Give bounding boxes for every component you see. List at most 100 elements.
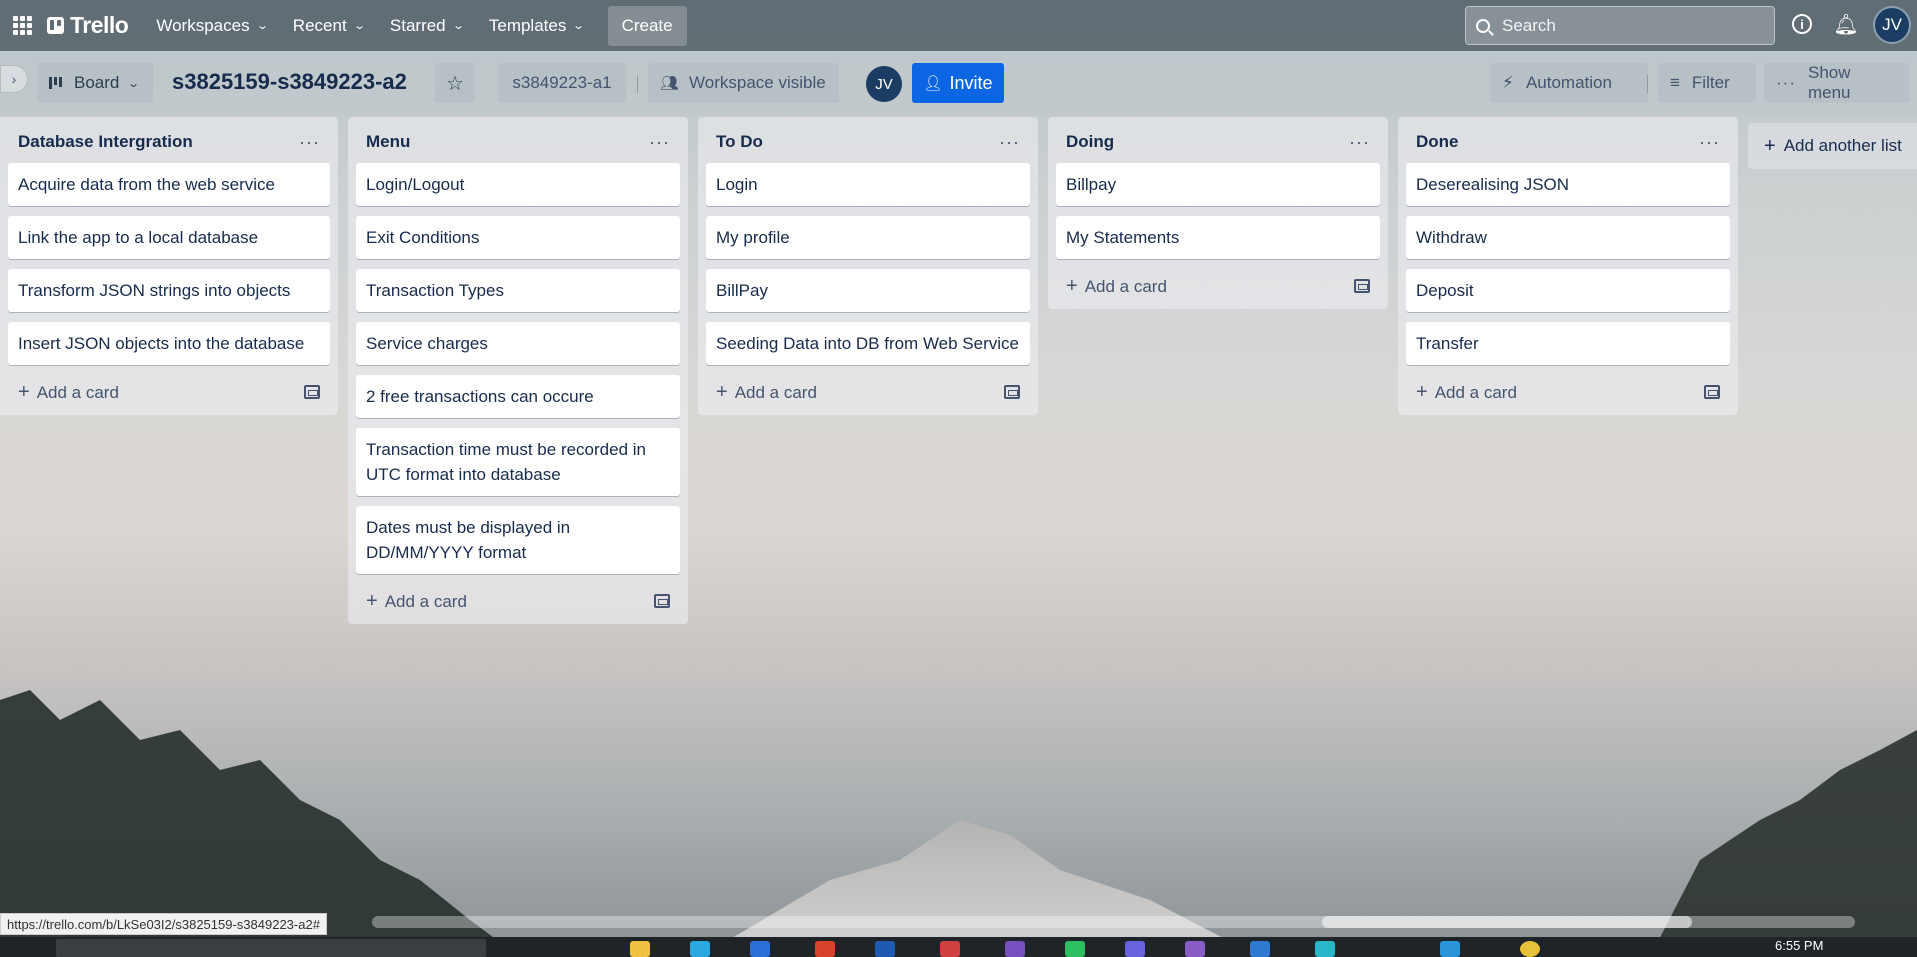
taskbar-app-icon[interactable] [815, 941, 835, 957]
list-title[interactable]: Doing [1066, 132, 1114, 152]
ellipsis-icon[interactable]: ··· [999, 132, 1020, 153]
apps-grid-icon[interactable] [13, 15, 33, 36]
ellipsis-icon[interactable]: ··· [299, 132, 320, 153]
add-card-button[interactable]: + Add a card [356, 584, 680, 618]
add-card-button[interactable]: + Add a card [1406, 375, 1730, 409]
card[interactable]: Withdraw [1406, 216, 1730, 259]
template-icon[interactable] [1004, 385, 1020, 399]
card[interactable]: Deserealising JSON [1406, 163, 1730, 206]
list-title[interactable]: Done [1416, 132, 1459, 152]
template-icon[interactable] [1354, 279, 1370, 293]
taskbar-app-icon[interactable] [940, 941, 960, 957]
taskbar-app-icon[interactable] [1125, 941, 1145, 957]
create-button[interactable]: Create [607, 5, 687, 46]
list-title[interactable]: Menu [366, 132, 410, 152]
card[interactable]: Exit Conditions [356, 216, 680, 259]
list-done[interactable]: Done ··· Deserealising JSON Withdraw Dep… [1398, 117, 1738, 415]
filter-button[interactable]: ≡ Filter [1658, 63, 1756, 103]
taskbar-app-icon[interactable] [630, 941, 650, 957]
ellipsis-icon[interactable]: ··· [1699, 132, 1720, 153]
bolt-icon: ⚡︎ [1502, 73, 1514, 92]
workspace-button[interactable]: s3849223-a1 [498, 63, 626, 103]
card[interactable]: Transfer [1406, 322, 1730, 365]
user-avatar[interactable]: JV [1873, 6, 1911, 44]
list-database-integration[interactable]: Database Intergration ··· Acquire data f… [0, 117, 338, 415]
taskbar-app-icon[interactable] [690, 941, 710, 957]
taskbar-app-icon[interactable] [1520, 941, 1540, 957]
add-card-button[interactable]: + Add a card [8, 375, 330, 409]
card[interactable]: Seeding Data into DB from Web Service [706, 322, 1030, 365]
taskbar-app-icon[interactable] [1440, 941, 1460, 957]
member-avatar[interactable]: JV [866, 66, 902, 102]
template-icon[interactable] [1704, 385, 1720, 399]
nav-templates-label: Templates [488, 15, 567, 35]
horizontal-scrollbar[interactable] [372, 916, 1855, 928]
card[interactable]: Insert JSON objects into the database [8, 322, 330, 365]
search-input[interactable]: Search [1465, 6, 1775, 45]
card[interactable]: Dates must be displayed in DD/MM/YYYY fo… [356, 506, 680, 574]
card[interactable]: Acquire data from the web service [8, 163, 330, 206]
card[interactable]: Transaction Types [356, 269, 680, 312]
card[interactable]: Transform JSON strings into objects [8, 269, 330, 312]
board-title[interactable]: s3825159-s3849223-a2 [172, 69, 407, 95]
card[interactable]: Link the app to a local database [8, 216, 330, 259]
star-button[interactable]: ☆ [435, 63, 475, 103]
filter-icon: ≡ [1670, 73, 1680, 92]
info-icon[interactable]: i [1790, 12, 1814, 36]
card[interactable]: BillPay [706, 269, 1030, 312]
taskbar-app-icon[interactable] [750, 941, 770, 957]
list-doing[interactable]: Doing ··· Billpay My Statements + Add a c… [1048, 117, 1388, 309]
list-menu[interactable]: Menu ··· Login/Logout Exit Conditions Tr… [348, 117, 688, 624]
nav-templates[interactable]: Templates ⌄ [479, 10, 594, 42]
card[interactable]: Deposit [1406, 269, 1730, 312]
add-card-button[interactable]: + Add a card [706, 375, 1030, 409]
list-title[interactable]: To Do [716, 132, 763, 152]
list-to-do[interactable]: To Do ··· Login My profile BillPay Seedi… [698, 117, 1038, 415]
add-person-icon: 👤︎ [923, 75, 943, 92]
chevron-down-icon: ⌄ [352, 20, 366, 32]
automation-button[interactable]: ⚡︎ Automation [1490, 63, 1648, 103]
taskbar-search[interactable] [56, 939, 486, 957]
card[interactable]: Login/Logout [356, 163, 680, 206]
taskbar-app-icon[interactable] [875, 941, 895, 957]
taskbar-clock[interactable]: 6:55 PM [1775, 938, 1823, 953]
template-icon[interactable] [304, 385, 320, 399]
nav-workspaces[interactable]: Workspaces ⌄ [146, 10, 276, 42]
taskbar-app-icon[interactable] [1185, 941, 1205, 957]
card[interactable]: My Statements [1056, 216, 1380, 259]
bell-icon[interactable]: 🔔︎ [1833, 12, 1858, 36]
list-title[interactable]: Database Intergration [18, 132, 193, 152]
nav-starred[interactable]: Starred ⌄ [380, 10, 473, 42]
chevron-right-icon: › [11, 71, 17, 87]
template-icon[interactable] [654, 594, 670, 608]
card[interactable]: Service charges [356, 322, 680, 365]
list-header: Doing ··· [1056, 125, 1380, 159]
invite-button[interactable]: 👤︎ Invite [912, 63, 1004, 103]
add-another-list-button[interactable]: + Add another list [1748, 123, 1917, 169]
visibility-button[interactable]: 👥︎ Workspace visible [648, 63, 839, 103]
ellipsis-icon: ··· [1776, 73, 1796, 92]
card[interactable]: Transaction time must be recorded in UTC… [356, 428, 680, 496]
card[interactable]: Billpay [1056, 163, 1380, 206]
ellipsis-icon[interactable]: ··· [1349, 132, 1370, 153]
scrollbar-thumb[interactable] [1322, 916, 1692, 928]
card[interactable]: Login [706, 163, 1030, 206]
taskbar-app-icon[interactable] [1005, 941, 1025, 957]
nav-recent[interactable]: Recent ⌄ [283, 10, 374, 42]
card[interactable]: My profile [706, 216, 1030, 259]
add-card-button[interactable]: + Add a card [1056, 269, 1380, 303]
trello-logo[interactable]: Trello [47, 12, 129, 39]
add-card-label: Add a card [36, 382, 119, 402]
invite-label: Invite [949, 72, 993, 93]
board-view-switcher[interactable]: Board ⌄ [37, 63, 153, 103]
board-view-icon [49, 77, 64, 89]
chevron-down-icon: ⌄ [451, 20, 465, 32]
card[interactable]: 2 free transactions can occure [356, 375, 680, 418]
taskbar-app-icon[interactable] [1250, 941, 1270, 957]
taskbar-app-icon[interactable] [1315, 941, 1335, 957]
taskbar-app-icon[interactable] [1065, 941, 1085, 957]
sidebar-expand-button[interactable]: › [0, 65, 28, 93]
show-menu-button[interactable]: ··· Show menu [1764, 63, 1909, 103]
add-card-label: Add a card [384, 591, 467, 611]
ellipsis-icon[interactable]: ··· [649, 132, 670, 153]
